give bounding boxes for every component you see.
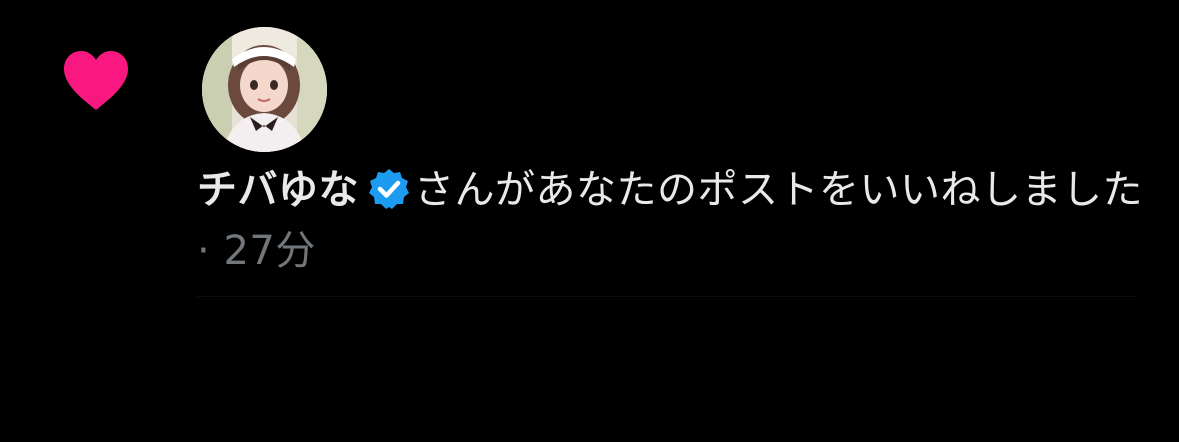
like-notification[interactable]: チバゆな さんがあなたのポストをいいねしました · 27分: [0, 0, 1179, 300]
separator: ·: [197, 228, 224, 274]
heart-icon: [62, 50, 130, 112]
notification-message: さんがあなたのポストをいいねしました: [414, 167, 1143, 213]
notification-text: チバゆな さんがあなたのポストをいいねしました · 27分: [197, 160, 1157, 282]
divider: [197, 296, 1137, 297]
verified-badge-icon: [367, 167, 411, 211]
avatar[interactable]: [202, 27, 327, 152]
user-name[interactable]: チバゆな: [197, 167, 359, 213]
timestamp[interactable]: 27分: [223, 228, 315, 274]
